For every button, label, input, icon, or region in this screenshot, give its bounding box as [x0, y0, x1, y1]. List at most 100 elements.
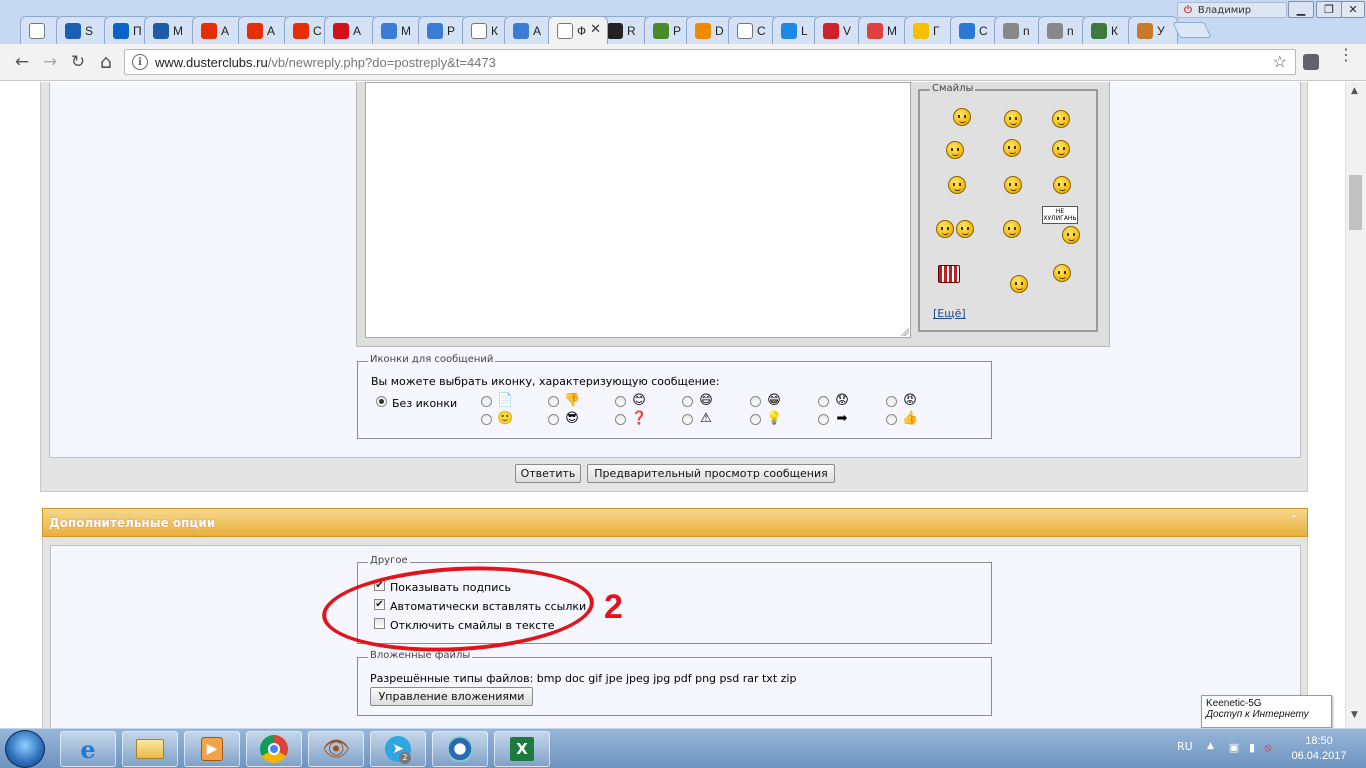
smiley-icon[interactable]: [1062, 226, 1080, 244]
extension-icon[interactable]: [1303, 54, 1319, 70]
browser-tab[interactable]: С: [950, 16, 1000, 44]
scroll-down-icon[interactable]: ▼: [1351, 710, 1358, 720]
browser-tab[interactable]: Г: [904, 16, 956, 44]
post-icon-radio[interactable]: [750, 396, 761, 407]
info-icon[interactable]: i: [132, 54, 148, 70]
post-icon-radio[interactable]: [818, 414, 829, 425]
reload-button[interactable]: ↻: [66, 50, 90, 74]
restore-button[interactable]: ❐: [1316, 1, 1342, 18]
taskbar-explorer[interactable]: [122, 731, 178, 767]
close-window-button[interactable]: ✕: [1341, 1, 1365, 18]
resize-grip[interactable]: [901, 328, 909, 336]
browser-tab[interactable]: А: [324, 16, 378, 44]
smiley-icon[interactable]: [956, 220, 974, 238]
browser-tab[interactable]: V: [814, 16, 864, 44]
device-icon[interactable]: ▣: [1227, 741, 1241, 755]
smiley-icon[interactable]: [953, 108, 971, 126]
browser-tab[interactable]: М: [858, 16, 910, 44]
taskbar-chrome[interactable]: [246, 731, 302, 767]
smiley-icon[interactable]: НЕ ХУЛИГАНЬ: [1042, 206, 1078, 224]
smiley-icon[interactable]: [948, 176, 966, 194]
browser-tab[interactable]: Ф ✕: [548, 16, 608, 44]
restore-icon: ❐: [1324, 3, 1334, 16]
post-icon-radio[interactable]: [750, 414, 761, 425]
start-button[interactable]: [5, 730, 45, 768]
browser-tab[interactable]: А: [192, 16, 244, 44]
browser-tab[interactable]: С: [728, 16, 778, 44]
browser-tab[interactable]: n: [994, 16, 1044, 44]
language-indicator[interactable]: RU: [1177, 740, 1193, 753]
post-icon-radio[interactable]: [548, 414, 559, 425]
post-icon-radio[interactable]: [481, 396, 492, 407]
post-icon-radio[interactable]: [615, 414, 626, 425]
smiley-icon[interactable]: [936, 220, 954, 238]
clock[interactable]: 18:50 06.04.2017: [1287, 734, 1351, 764]
bee-icon: [913, 22, 929, 39]
taskbar-telegram[interactable]: ➤ 2: [370, 731, 426, 767]
taskbar-ie[interactable]: e: [60, 731, 116, 767]
browser-tab[interactable]: Р: [418, 16, 468, 44]
post-icon-radio[interactable]: [886, 414, 897, 425]
tab-close-icon[interactable]: ✕: [590, 22, 601, 37]
browser-tab[interactable]: n: [1038, 16, 1088, 44]
post-icon-radio[interactable]: [682, 396, 693, 407]
browser-tab[interactable]: М: [144, 16, 198, 44]
volume-muted-icon[interactable]: ⦸: [1261, 741, 1275, 755]
new-tab-button[interactable]: [1172, 22, 1212, 38]
network-tray-icon[interactable]: ▮: [1245, 741, 1259, 755]
profile-badge[interactable]: ⏻ Владимир: [1177, 2, 1287, 18]
radio-no-icon[interactable]: [376, 396, 387, 407]
browser-menu-icon[interactable]: ⋮: [1338, 47, 1354, 63]
scroll-up-icon[interactable]: ▲: [1351, 86, 1358, 96]
message-textarea[interactable]: [365, 82, 911, 338]
smiley-icon[interactable]: [1003, 139, 1021, 157]
manage-attachments-button[interactable]: Управление вложениями: [370, 687, 533, 706]
smiley-icon[interactable]: [1003, 220, 1021, 238]
browser-tab[interactable]: L: [772, 16, 820, 44]
smiley-icon[interactable]: [1052, 140, 1070, 158]
browser-tab[interactable]: А: [238, 16, 290, 44]
tray-expand-icon[interactable]: ▲: [1207, 741, 1214, 751]
media-player-icon: ▶: [201, 737, 223, 761]
browser-tab[interactable]: А: [504, 16, 554, 44]
browser-tab[interactable]: К: [1082, 16, 1134, 44]
taskbar-eye[interactable]: 👁: [308, 731, 364, 767]
minimize-button[interactable]: ▁: [1288, 1, 1314, 18]
taskbar-media[interactable]: ▶: [184, 731, 240, 767]
post-icon-radio[interactable]: [615, 396, 626, 407]
smiley-icon[interactable]: [946, 141, 964, 159]
reply-button[interactable]: Ответить: [515, 464, 581, 483]
forward-button[interactable]: →: [38, 50, 62, 74]
post-icon-radio[interactable]: [682, 414, 693, 425]
post-icon-radio[interactable]: [886, 396, 897, 407]
post-icon-radio[interactable]: [481, 414, 492, 425]
taskbar-network[interactable]: [432, 731, 488, 767]
additional-options-header[interactable]: Дополнительные опции ⌃: [42, 508, 1308, 537]
browser-tab[interactable]: У: [1128, 16, 1178, 44]
back-button[interactable]: ←: [10, 50, 34, 74]
preview-button[interactable]: Предварительный просмотр сообщения: [587, 464, 835, 483]
browser-tab[interactable]: S: [56, 16, 110, 44]
taskbar-excel[interactable]: X: [494, 731, 550, 767]
post-icon-radio[interactable]: [818, 396, 829, 407]
post-icon-radio[interactable]: [548, 396, 559, 407]
smiley-icon[interactable]: [1004, 176, 1022, 194]
smiley-icon[interactable]: [1052, 110, 1070, 128]
smiley-icon[interactable]: [938, 265, 960, 283]
smiley-icon[interactable]: [1053, 176, 1071, 194]
home-button[interactable]: ⌂: [94, 50, 118, 74]
browser-tab[interactable]: К: [462, 16, 510, 44]
page-scrollbar[interactable]: ▲ ▼: [1345, 82, 1366, 728]
address-bar[interactable]: i www.dusterclubs.ru/vb/newreply.php?do=…: [124, 49, 1296, 75]
browser-tab[interactable]: М: [372, 16, 424, 44]
browser-tab[interactable]: D: [686, 16, 734, 44]
more-smilies-link[interactable]: [Ещё]: [933, 307, 966, 320]
collapse-icon[interactable]: ⌃: [1290, 513, 1299, 526]
browser-tab[interactable]: Р: [644, 16, 692, 44]
scrollbar-thumb[interactable]: [1349, 175, 1362, 230]
smiley-icon[interactable]: [1053, 264, 1071, 282]
smiley-icon[interactable]: [1010, 275, 1028, 293]
smiley-icon[interactable]: [1004, 110, 1022, 128]
bookmark-star-icon[interactable]: ☆: [1273, 52, 1287, 72]
post-icon: 😊: [632, 393, 646, 408]
